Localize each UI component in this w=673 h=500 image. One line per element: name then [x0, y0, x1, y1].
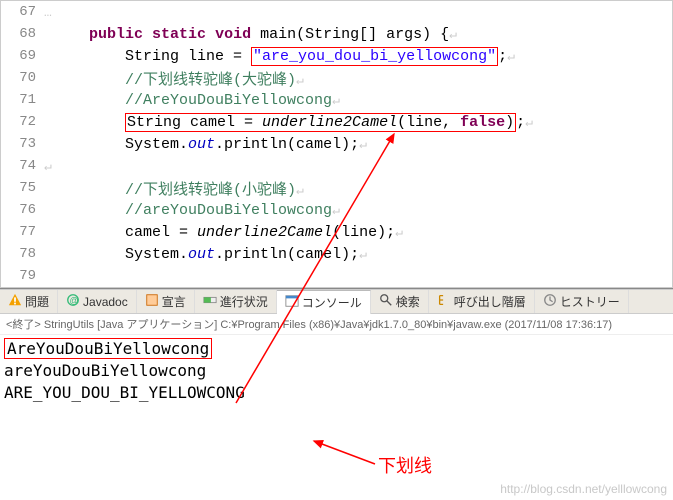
tab-at[interactable]: @ Javadoc: [58, 290, 137, 313]
code-content[interactable]: ↵: [44, 158, 672, 175]
code-content[interactable]: //下划线转驼峰(大驼峰)↵: [44, 68, 672, 89]
tab-warn[interactable]: 問題: [0, 290, 58, 313]
console-icon: [285, 294, 299, 311]
line-number: 78: [1, 246, 44, 262]
tab-label: 呼び出し階層: [454, 293, 526, 310]
code-line[interactable]: 73 System.out.println(camel);↵: [1, 133, 672, 155]
line-number: 67: [1, 4, 44, 20]
line-number: 79: [1, 268, 44, 284]
annotation-text: 下划线: [378, 452, 432, 478]
code-line[interactable]: 68 public static void main(String[] args…: [1, 23, 672, 45]
line-number: 76: [1, 202, 44, 218]
tab-label: コンソール: [302, 294, 362, 311]
code-line[interactable]: 69 String line = "are_you_dou_bi_yellowc…: [1, 45, 672, 67]
code-editor[interactable]: 67…68 public static void main(String[] a…: [0, 0, 673, 288]
line-number: 77: [1, 224, 44, 240]
highlighted-output: AreYouDouBiYellowcong: [4, 338, 212, 359]
prog-icon: [203, 293, 217, 310]
code-content[interactable]: //AreYouDouBiYellowcong↵: [44, 92, 672, 109]
line-number: 68: [1, 26, 44, 42]
tab-console[interactable]: コンソール: [277, 290, 371, 314]
code-content[interactable]: System.out.println(camel);↵: [44, 136, 672, 153]
svg-text:@: @: [70, 296, 79, 306]
code-content[interactable]: System.out.println(camel);↵: [44, 246, 672, 263]
arrow-to-output: [314, 441, 375, 464]
bottom-tabs: 問題 @ Javadoc 宣言 進行状況 コンソール 検索 呼び出し階層 ヒストリー: [0, 290, 673, 314]
console-output[interactable]: AreYouDouBiYellowcongareYouDouBiYellowco…: [0, 335, 673, 405]
line-number: 72: [1, 114, 44, 130]
console-line: areYouDouBiYellowcong: [4, 359, 669, 381]
warn-icon: [8, 293, 22, 310]
tab-label: 宣言: [162, 293, 186, 310]
at-icon: @: [66, 293, 80, 310]
code-content[interactable]: …: [44, 4, 672, 21]
code-line[interactable]: 72 String camel = underline2Camel(line, …: [1, 111, 672, 133]
code-line[interactable]: 79: [1, 265, 672, 287]
code-content[interactable]: String line = "are_you_dou_bi_yellowcong…: [44, 47, 672, 66]
code-line[interactable]: 76 //areYouDouBiYellowcong↵: [1, 199, 672, 221]
decl-icon: [145, 293, 159, 310]
code-content[interactable]: //areYouDouBiYellowcong↵: [44, 202, 672, 219]
line-number: 71: [1, 92, 44, 108]
line-number: 73: [1, 136, 44, 152]
code-line[interactable]: 74↵: [1, 155, 672, 177]
code-content[interactable]: String camel = underline2Camel(line, fal…: [44, 113, 672, 132]
tab-hist[interactable]: ヒストリー: [535, 290, 629, 313]
console-line: AreYouDouBiYellowcong: [4, 337, 669, 359]
search-icon: [379, 293, 393, 310]
tab-search[interactable]: 検索: [371, 290, 429, 313]
tab-label: 検索: [396, 293, 420, 310]
tab-prog[interactable]: 進行状況: [195, 290, 277, 313]
line-number: 70: [1, 70, 44, 86]
line-number: 75: [1, 180, 44, 196]
call-icon: [437, 293, 451, 310]
code-line[interactable]: 70 //下划线转驼峰(大驼峰)↵: [1, 67, 672, 89]
tab-label: ヒストリー: [560, 293, 620, 310]
hist-icon: [543, 293, 557, 310]
code-line[interactable]: 67…: [1, 1, 672, 23]
tab-label: 進行状況: [220, 293, 268, 310]
code-line[interactable]: 71 //AreYouDouBiYellowcong↵: [1, 89, 672, 111]
line-number: 74: [1, 158, 44, 174]
tab-label: Javadoc: [83, 295, 128, 309]
watermark: http://blog.csdn.net/yelllowcong: [500, 482, 667, 496]
console-line: ARE_YOU_DOU_BI_YELLOWCONG: [4, 381, 669, 403]
code-content[interactable]: public static void main(String[] args) {…: [44, 26, 672, 43]
code-content[interactable]: //下划线转驼峰(小驼峰)↵: [44, 178, 672, 199]
code-line[interactable]: 77 camel = underline2Camel(line);↵: [1, 221, 672, 243]
code-line[interactable]: 75 //下划线转驼峰(小驼峰)↵: [1, 177, 672, 199]
tab-label: 問題: [25, 293, 49, 310]
tab-call[interactable]: 呼び出し階層: [429, 290, 535, 313]
tab-decl[interactable]: 宣言: [137, 290, 195, 313]
code-content[interactable]: camel = underline2Camel(line);↵: [44, 224, 672, 241]
code-line[interactable]: 78 System.out.println(camel);↵: [1, 243, 672, 265]
console-status-line: <終了> StringUtils [Java アプリケーション] C:¥Prog…: [0, 314, 673, 335]
line-number: 69: [1, 48, 44, 64]
